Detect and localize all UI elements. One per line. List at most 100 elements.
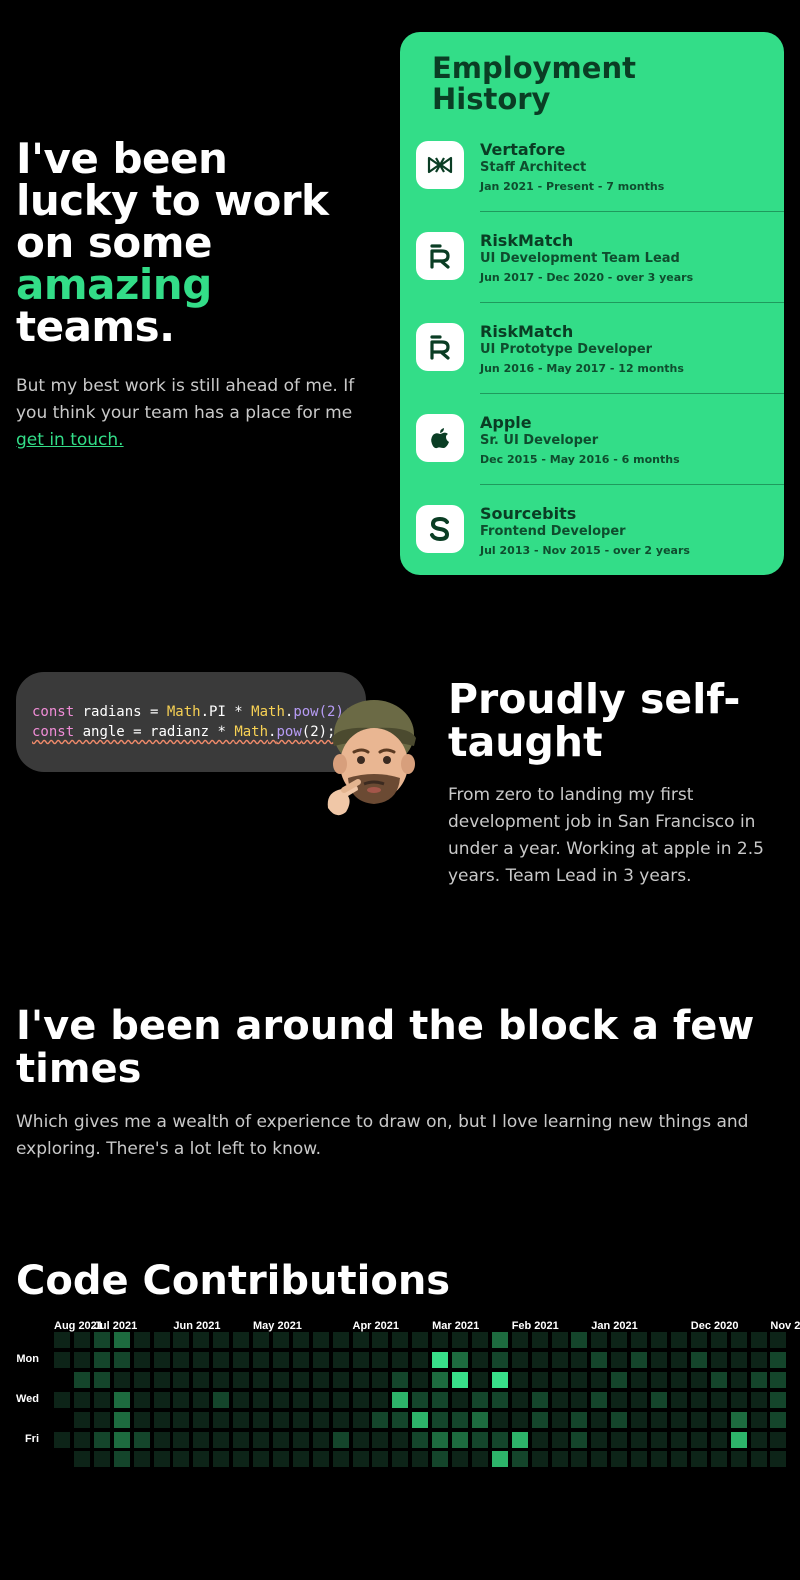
contribution-cell[interactable] (113, 1371, 130, 1388)
contribution-cell[interactable] (750, 1411, 767, 1428)
contribution-cell[interactable] (272, 1351, 289, 1368)
contribution-cell[interactable] (253, 1371, 269, 1388)
contribution-cell[interactable] (352, 1371, 369, 1388)
contribution-cell[interactable] (54, 1371, 70, 1388)
contribution-cell[interactable] (312, 1332, 329, 1348)
contribution-cell[interactable] (710, 1332, 727, 1348)
contribution-cell[interactable] (93, 1371, 110, 1388)
contribution-cell[interactable] (193, 1332, 210, 1348)
contribution-cell[interactable] (213, 1371, 230, 1388)
contribution-cell[interactable] (153, 1351, 170, 1368)
contribution-cell[interactable] (571, 1351, 588, 1368)
contribution-cell[interactable] (631, 1391, 648, 1408)
contribution-cell[interactable] (233, 1332, 250, 1348)
contribution-cell[interactable] (531, 1431, 548, 1448)
contribution-cell[interactable] (730, 1391, 747, 1408)
contribution-cell[interactable] (332, 1391, 349, 1408)
contribution-cell[interactable] (352, 1332, 369, 1348)
contribution-cell[interactable] (292, 1451, 309, 1468)
contribution-cell[interactable] (392, 1411, 409, 1428)
contribution-cell[interactable] (113, 1332, 130, 1348)
contribution-cell[interactable] (591, 1431, 608, 1448)
contribution-cell[interactable] (571, 1451, 588, 1468)
contribution-cell[interactable] (750, 1351, 767, 1368)
contribution-cell[interactable] (213, 1411, 230, 1428)
contribution-cell[interactable] (750, 1451, 767, 1468)
contribution-cell[interactable] (611, 1351, 628, 1368)
contribution-cell[interactable] (233, 1351, 250, 1368)
contribution-cell[interactable] (253, 1351, 269, 1368)
contribution-cell[interactable] (491, 1351, 508, 1368)
contribution-cell[interactable] (133, 1431, 150, 1448)
contribution-cell[interactable] (432, 1411, 449, 1428)
contribution-cell[interactable] (173, 1411, 190, 1428)
contribution-cell[interactable] (412, 1371, 429, 1388)
contribution-cell[interactable] (113, 1411, 130, 1428)
contribution-cell[interactable] (73, 1332, 90, 1348)
contribution-cell[interactable] (312, 1411, 329, 1428)
contribution-cell[interactable] (292, 1431, 309, 1448)
contribution-cell[interactable] (710, 1411, 727, 1428)
contribution-cell[interactable] (332, 1451, 349, 1468)
contribution-cell[interactable] (272, 1371, 289, 1388)
contribution-cell[interactable] (551, 1371, 568, 1388)
contribution-cell[interactable] (631, 1332, 648, 1348)
contribution-cell[interactable] (372, 1351, 389, 1368)
contribution-cell[interactable] (253, 1391, 269, 1408)
contribution-cell[interactable] (511, 1431, 528, 1448)
contribution-cell[interactable] (551, 1351, 568, 1368)
contribution-cell[interactable] (193, 1431, 210, 1448)
contribution-cell[interactable] (730, 1411, 747, 1428)
contribution-cell[interactable] (670, 1371, 687, 1388)
contribution-cell[interactable] (332, 1332, 349, 1348)
contribution-cell[interactable] (392, 1391, 409, 1408)
job-riskmatch-lead[interactable]: RiskMatch UI Development Team Lead Jun 2… (400, 227, 784, 318)
contribution-cell[interactable] (591, 1411, 608, 1428)
contribution-cell[interactable] (352, 1431, 369, 1448)
contribution-cell[interactable] (591, 1391, 608, 1408)
contribution-cell[interactable] (511, 1451, 528, 1468)
contribution-cell[interactable] (272, 1391, 289, 1408)
contribution-cell[interactable] (750, 1431, 767, 1448)
contribution-cell[interactable] (491, 1391, 508, 1408)
contribution-cell[interactable] (113, 1431, 130, 1448)
contribution-cell[interactable] (551, 1411, 568, 1428)
contribution-cell[interactable] (770, 1451, 787, 1468)
contribution-cell[interactable] (54, 1431, 70, 1448)
contribution-cell[interactable] (631, 1371, 648, 1388)
contribution-cell[interactable] (93, 1391, 110, 1408)
contribution-cell[interactable] (531, 1351, 548, 1368)
contribution-cell[interactable] (312, 1431, 329, 1448)
contribution-cell[interactable] (651, 1391, 667, 1408)
contribution-cell[interactable] (770, 1431, 787, 1448)
contribution-cell[interactable] (452, 1431, 468, 1448)
contribution-cell[interactable] (233, 1391, 250, 1408)
contribution-cell[interactable] (611, 1431, 628, 1448)
contribution-cell[interactable] (750, 1371, 767, 1388)
contribution-cell[interactable] (432, 1332, 449, 1348)
contribution-cell[interactable] (452, 1451, 468, 1468)
contribution-cell[interactable] (173, 1351, 190, 1368)
contribution-cell[interactable] (372, 1391, 389, 1408)
contribution-cell[interactable] (392, 1431, 409, 1448)
contribution-cell[interactable] (153, 1371, 170, 1388)
contribution-cell[interactable] (611, 1332, 628, 1348)
contribution-cell[interactable] (73, 1391, 90, 1408)
contribution-cell[interactable] (213, 1431, 230, 1448)
contribution-cell[interactable] (531, 1332, 548, 1348)
contribution-cell[interactable] (571, 1332, 588, 1348)
contribution-cell[interactable] (153, 1431, 170, 1448)
contribution-cell[interactable] (193, 1451, 210, 1468)
contribution-cell[interactable] (432, 1451, 449, 1468)
contribution-cell[interactable] (352, 1411, 369, 1428)
contribution-cell[interactable] (233, 1431, 250, 1448)
contribution-cell[interactable] (471, 1332, 488, 1348)
contribution-cell[interactable] (670, 1451, 687, 1468)
contribution-cell[interactable] (531, 1371, 548, 1388)
contribution-cell[interactable] (511, 1332, 528, 1348)
contribution-cell[interactable] (133, 1391, 150, 1408)
contribution-cell[interactable] (471, 1431, 488, 1448)
contribution-cell[interactable] (491, 1371, 508, 1388)
contribution-cell[interactable] (770, 1391, 787, 1408)
contribution-cell[interactable] (73, 1451, 90, 1468)
